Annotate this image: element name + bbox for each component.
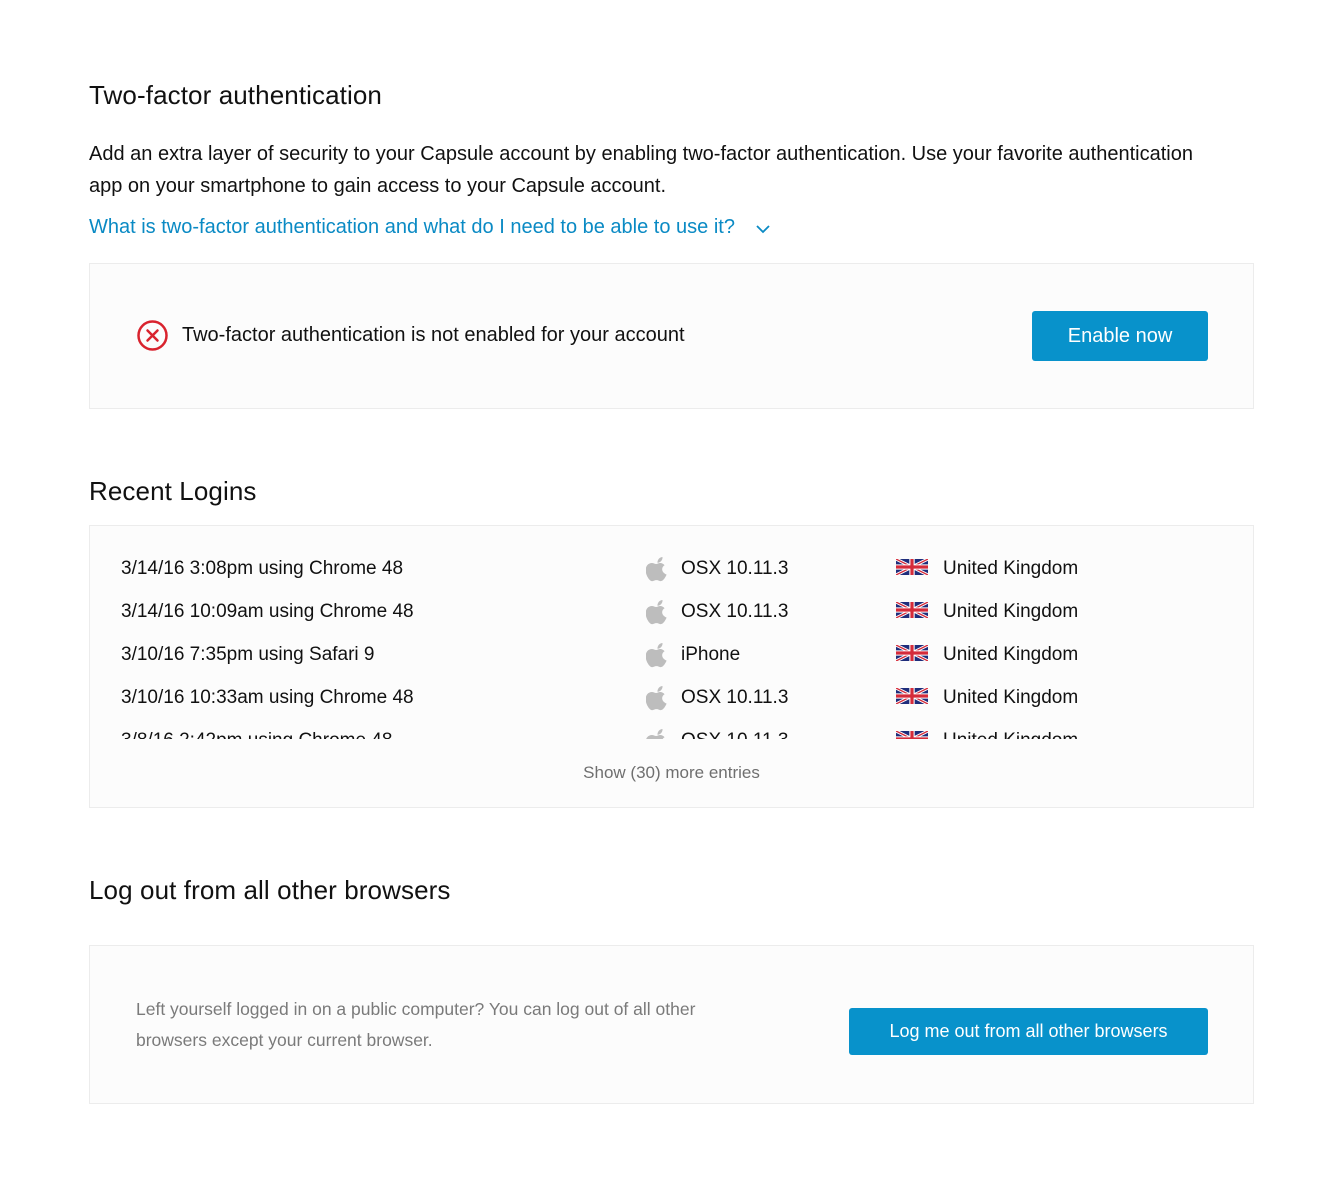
two-factor-description: Add an extra layer of security to your C… [89,143,1193,197]
login-entry-row: 3/14/16 10:09am using Chrome 48 OSX 10.11… [90,597,1253,640]
uk-flag-icon [895,686,929,706]
login-datetime-browser: 3/8/16 2:42pm using Chrome 48 [121,730,392,739]
login-datetime-browser: 3/14/16 10:09am using Chrome 48 [121,601,414,622]
logout-all-panel: Left yourself logged in on a public comp… [89,945,1254,1104]
two-factor-faq-link[interactable]: What is two-factor authentication and wh… [89,216,771,239]
uk-flag-icon [895,557,929,577]
login-country: United Kingdom [943,730,1078,739]
login-os: iPhone [681,644,741,665]
uk-flag-icon [895,643,929,663]
apple-icon [646,728,670,739]
show-more-entries-link[interactable]: Show (30) more entries [90,763,1253,783]
two-factor-status-text: Two-factor authentication is not enabled… [182,324,685,346]
enable-now-button[interactable]: Enable now [1032,311,1208,361]
apple-icon [645,685,670,711]
login-os: OSX 10.11.3 [681,601,789,622]
login-entry-row: 3/10/16 7:35pm using Safari 9 iPhone Unite… [90,640,1253,683]
error-circle-x-icon [136,319,169,352]
logout-all-browsers-button[interactable]: Log me out from all other browsers [849,1008,1208,1055]
login-entry-row: 3/14/16 3:08pm using Chrome 48 OSX 10.11.… [90,554,1253,597]
apple-icon [645,599,670,625]
login-country: United Kingdom [943,601,1079,622]
login-datetime-browser: 3/10/16 7:35pm using Safari 9 [121,644,375,665]
two-factor-status-panel: Two-factor authentication is not enabled… [89,263,1254,409]
login-entry-row: 3/8/16 2:42pm using Chrome 48 OSX 10.11.3… [90,726,1253,739]
two-factor-title: Two-factor authentication [89,80,382,110]
login-country: United Kingdom [943,644,1079,665]
uk-flag-icon [895,600,929,620]
login-country: United Kingdom [943,687,1079,708]
faq-link-label: What is two-factor authentication and wh… [89,216,735,238]
login-entry-row: 3/10/16 10:33am using Chrome 48 OSX 10.11… [90,683,1253,726]
logout-all-description: Left yourself logged in on a public comp… [136,999,696,1050]
login-os: OSX 10.11.3 [681,558,789,579]
apple-icon [645,642,670,668]
login-datetime-browser: 3/10/16 10:33am using Chrome 48 [121,687,414,708]
two-factor-status: Two-factor authentication is not enabled… [136,319,685,352]
chevron-down-icon [755,220,771,236]
logout-all-title: Log out from all other browsers [89,875,451,905]
login-os: OSX 10.11.3 [681,687,789,708]
recent-logins-panel: 3/14/16 3:08pm using Chrome 48 OSX 10.11.… [89,525,1254,808]
login-country: United Kingdom [943,558,1079,579]
login-datetime-browser: 3/14/16 3:08pm using Chrome 48 [121,558,404,579]
recent-logins-list[interactable]: 3/14/16 3:08pm using Chrome 48 OSX 10.11.… [90,554,1253,739]
login-os: OSX 10.11.3 [681,730,788,739]
recent-logins-title: Recent Logins [89,476,257,506]
apple-icon [645,556,670,582]
uk-flag-icon [895,729,929,739]
